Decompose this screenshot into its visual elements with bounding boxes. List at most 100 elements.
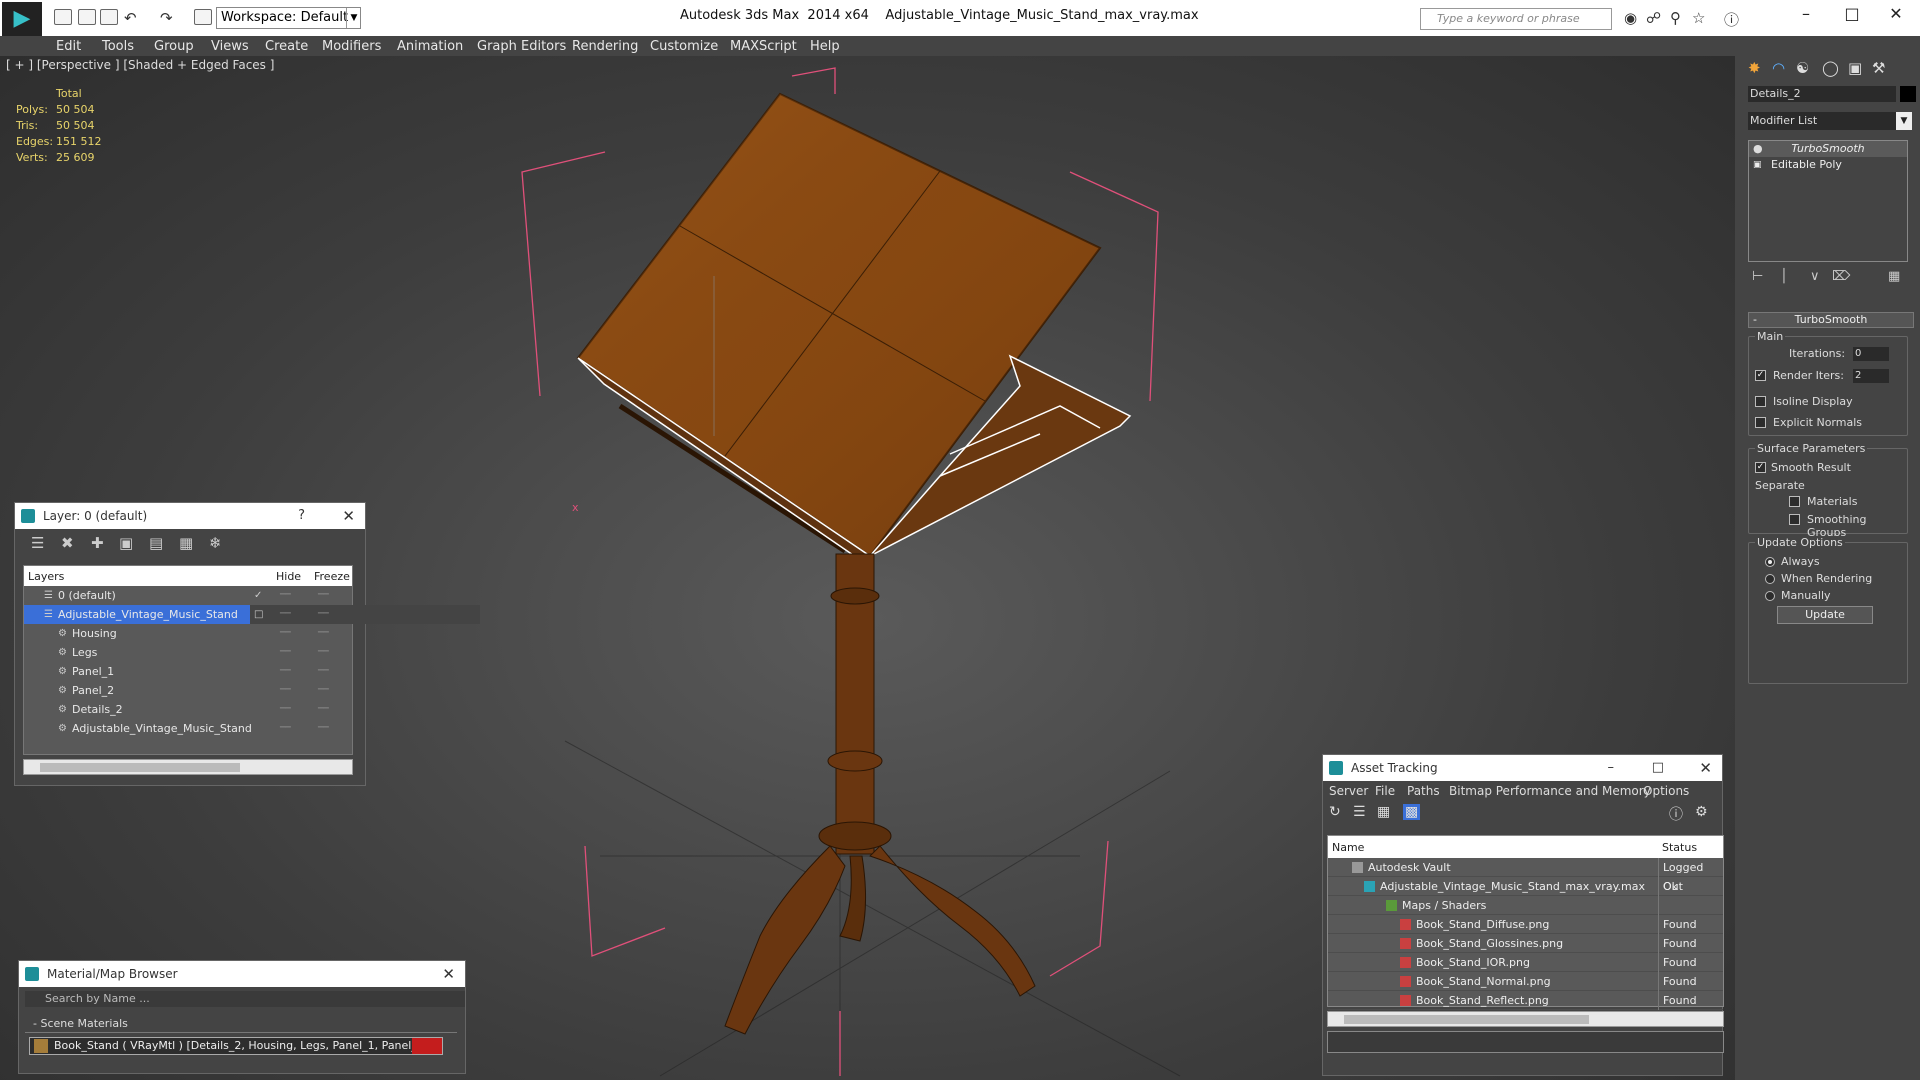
layer-object-row[interactable]: ⚙ Details_2 ── ── — [24, 700, 352, 719]
pin-stack-icon[interactable]: ⊢ — [1752, 269, 1763, 284]
asset-row[interactable]: Adjustable_Vintage_Music_Stand_max_vray.… — [1328, 877, 1723, 896]
hide-toggle[interactable]: ── — [280, 681, 291, 700]
layer-panel-title-bar[interactable]: Layer: 0 (default) ? ✕ — [15, 503, 365, 529]
lightbulb-icon[interactable]: ● — [1753, 141, 1763, 157]
create-tab-icon[interactable]: ✸ — [1748, 59, 1761, 77]
menu-help[interactable]: Help — [810, 39, 840, 54]
scene-materials-group[interactable]: - Scene Materials — [25, 1015, 457, 1033]
asset-row[interactable]: Autodesk Vault Logged Out — [1328, 858, 1723, 893]
active-check-icon[interactable]: ✓ — [254, 586, 262, 605]
layer-object-row[interactable]: ⚙ Panel_2 ── ── — [24, 681, 352, 700]
hide-all-icon[interactable]: ▦ — [179, 534, 193, 552]
col-layers[interactable]: Layers — [28, 570, 64, 583]
close-icon[interactable]: ✕ — [442, 961, 455, 987]
expand-plus-icon[interactable]: ▣ — [1753, 157, 1762, 173]
freeze-toggle[interactable]: ── — [318, 719, 329, 738]
list-view-icon[interactable]: ☰ — [1353, 804, 1366, 820]
object-name-field[interactable]: Details_2 — [1748, 86, 1896, 102]
menu-modifiers[interactable]: Modifiers — [322, 39, 381, 54]
menu-graph-editors[interactable]: Graph Editors — [477, 39, 566, 54]
project-folder-icon[interactable] — [194, 9, 212, 25]
favorites-star-icon[interactable]: ☆ — [1692, 9, 1705, 27]
col-hide[interactable]: Hide — [276, 570, 301, 583]
make-unique-icon[interactable]: ∨ — [1810, 269, 1820, 284]
smoothing-groups-checkbox[interactable] — [1789, 514, 1800, 525]
scrollbar-thumb[interactable] — [1344, 1015, 1589, 1024]
hide-toggle[interactable]: ── — [280, 605, 291, 624]
asset-row[interactable]: Book_Stand_IOR.png Found — [1328, 953, 1723, 972]
stack-item-editable-poly[interactable]: ▣ Editable Poly — [1749, 157, 1907, 173]
save-file-icon[interactable] — [100, 9, 118, 25]
open-file-icon[interactable] — [78, 9, 96, 25]
search-input[interactable]: Type a keyword or phrase — [1420, 8, 1612, 30]
workspace-dropdown[interactable]: Workspace: Default — [216, 7, 361, 29]
communication-center-icon[interactable]: ☍ — [1646, 9, 1661, 27]
show-end-result-icon[interactable]: │ — [1780, 269, 1788, 284]
render-iters-spinner[interactable]: 2 — [1853, 369, 1889, 383]
create-layer-icon[interactable]: ☰ — [31, 534, 44, 552]
menu-animation[interactable]: Animation — [397, 39, 463, 54]
turbosmooth-rollout-header[interactable]: - TurboSmooth — [1748, 312, 1914, 328]
menu-tools[interactable]: Tools — [102, 39, 134, 54]
delete-layer-icon[interactable]: ✖ — [61, 534, 74, 552]
freeze-all-icon[interactable]: ❄ — [209, 534, 222, 552]
motion-tab-icon[interactable]: ◯ — [1822, 59, 1839, 77]
horizontal-scrollbar[interactable] — [23, 759, 353, 775]
modifier-list-dropdown[interactable]: Modifier List — [1748, 112, 1908, 130]
freeze-toggle[interactable]: ── — [318, 700, 329, 719]
freeze-toggle[interactable]: ── — [318, 624, 329, 643]
menu-file[interactable]: File — [1375, 784, 1395, 798]
layer-object-row[interactable]: ⚙ Housing ── ── — [24, 624, 352, 643]
hide-toggle[interactable]: ── — [280, 662, 291, 681]
minimize-button[interactable]: – — [1786, 4, 1826, 26]
freeze-toggle[interactable]: ── — [318, 681, 329, 700]
layer-row-selected[interactable]: ☰ Adjustable_Vintage_Music_Stand □ ── ── — [24, 605, 480, 624]
asset-row[interactable]: Book_Stand_Reflect.png Found — [1328, 991, 1723, 1010]
app-logo-icon[interactable]: ▶ — [2, 2, 42, 36]
explicit-normals-checkbox[interactable] — [1755, 417, 1766, 428]
maximize-button[interactable]: □ — [1832, 4, 1872, 26]
close-icon[interactable]: ✕ — [1699, 755, 1712, 781]
binoculars-icon[interactable]: ◉ — [1624, 9, 1637, 27]
refresh-icon[interactable]: ↻ — [1329, 804, 1341, 820]
update-button[interactable]: Update — [1777, 606, 1873, 624]
hide-toggle[interactable]: ── — [280, 643, 291, 662]
menu-views[interactable]: Views — [211, 39, 249, 54]
help-button[interactable]: ? — [298, 503, 305, 529]
set-active-box-icon[interactable]: □ — [254, 605, 263, 624]
asset-tracking-title-bar[interactable]: Asset Tracking – □ ✕ — [1323, 755, 1722, 781]
menu-group[interactable]: Group — [154, 39, 194, 54]
redo-icon[interactable]: ↷ — [160, 9, 173, 27]
chevron-down-icon[interactable]: ▼ — [346, 8, 361, 28]
close-icon[interactable]: ✕ — [342, 503, 355, 529]
minimize-button[interactable]: – — [1608, 755, 1615, 781]
layer-object-row[interactable]: ⚙ Panel_1 ── ── — [24, 662, 352, 681]
layer-row[interactable]: ☰ 0 (default) ✓ ── ── — [24, 586, 352, 605]
material-item[interactable]: Book_Stand ( VRayMtl ) [Details_2, Housi… — [29, 1037, 443, 1055]
menu-options[interactable]: Options — [1643, 784, 1689, 798]
menu-maxscript[interactable]: MAXScript — [730, 39, 797, 54]
help-icon[interactable]: ⓘ — [1724, 9, 1739, 30]
horizontal-scrollbar[interactable] — [1327, 1011, 1724, 1027]
when-rendering-radio[interactable] — [1765, 574, 1775, 584]
hierarchy-tab-icon[interactable]: ☯ — [1796, 59, 1809, 77]
viewport-label[interactable]: [ + ] [Perspective ] [Shaded + Edged Fac… — [6, 58, 274, 72]
asset-row[interactable]: Book_Stand_Diffuse.png Found — [1328, 915, 1723, 934]
layer-object-row[interactable]: ⚙ Adjustable_Vintage_Music_Stand ── ── — [24, 719, 352, 738]
asset-row[interactable]: Book_Stand_Glossines.png Found — [1328, 934, 1723, 953]
undo-icon[interactable]: ↶ — [124, 9, 137, 27]
new-file-icon[interactable] — [54, 9, 72, 25]
manually-radio[interactable] — [1765, 591, 1775, 601]
menu-edit[interactable]: Edit — [56, 39, 81, 54]
close-button[interactable]: ✕ — [1876, 4, 1916, 26]
utilities-tab-icon[interactable]: ⚒ — [1872, 59, 1885, 77]
iterations-spinner[interactable]: 0 — [1853, 347, 1889, 361]
maximize-button[interactable]: □ — [1652, 755, 1664, 781]
render-iters-checkbox[interactable]: ✓ — [1755, 370, 1766, 381]
tree-view-icon[interactable]: ▦ — [1377, 804, 1390, 820]
settings-icon[interactable]: ⚙ — [1695, 804, 1708, 820]
hide-toggle[interactable]: ── — [280, 700, 291, 719]
always-radio[interactable] — [1765, 557, 1775, 567]
asset-row[interactable]: Maps / Shaders — [1328, 896, 1723, 915]
material-search-input[interactable]: Search by Name ... — [25, 991, 465, 1007]
